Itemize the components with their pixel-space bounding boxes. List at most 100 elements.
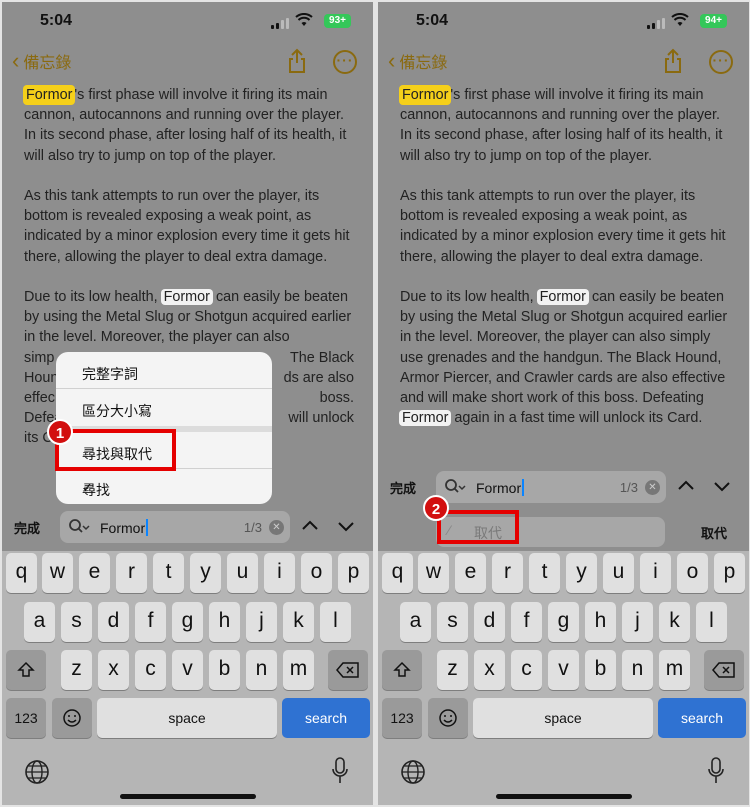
key[interactable]: f — [135, 602, 166, 642]
key[interactable]: z — [61, 650, 92, 690]
share-icon[interactable] — [663, 48, 683, 74]
keyboard-row-2: a s d f g h j k l — [378, 602, 749, 642]
clear-icon[interactable]: ✕ — [269, 520, 284, 535]
key[interactable]: p — [338, 553, 369, 593]
delete-key[interactable] — [328, 650, 368, 690]
key[interactable]: q — [6, 553, 37, 593]
key[interactable]: f — [511, 602, 542, 642]
key[interactable]: p — [714, 553, 745, 593]
key[interactable]: h — [585, 602, 616, 642]
chevron-down-icon[interactable] — [711, 475, 733, 497]
key[interactable]: i — [640, 553, 671, 593]
key[interactable]: a — [400, 602, 431, 642]
key[interactable]: v — [548, 650, 579, 690]
search-input[interactable]: Formor — [476, 479, 524, 496]
key[interactable]: y — [190, 553, 221, 593]
key[interactable]: n — [246, 650, 277, 690]
key[interactable]: g — [548, 602, 579, 642]
key[interactable]: z — [437, 650, 468, 690]
shift-key[interactable] — [6, 650, 46, 690]
emoji-key[interactable] — [52, 698, 92, 738]
globe-icon[interactable] — [400, 759, 426, 785]
done-button[interactable]: 完成 — [390, 478, 416, 497]
note-body[interactable]: Formor's first phase will involve it fir… — [399, 85, 730, 449]
text-cursor — [146, 519, 148, 536]
key[interactable]: o — [677, 553, 708, 593]
key[interactable]: c — [135, 650, 166, 690]
key[interactable]: n — [622, 650, 653, 690]
key[interactable]: o — [301, 553, 332, 593]
share-icon[interactable] — [287, 48, 307, 74]
globe-icon[interactable] — [24, 759, 50, 785]
text-cursor — [522, 479, 524, 496]
note-paragraph: Formor's first phase will involve it fir… — [399, 85, 730, 166]
clear-icon[interactable]: ✕ — [645, 480, 660, 495]
space-key[interactable]: space — [97, 698, 277, 738]
space-key[interactable]: space — [473, 698, 653, 738]
search-options-icon[interactable] — [68, 518, 90, 536]
emoji-key[interactable] — [428, 698, 468, 738]
key[interactable]: j — [622, 602, 653, 642]
key[interactable]: d — [98, 602, 129, 642]
key[interactable]: w — [418, 553, 449, 593]
key[interactable]: u — [227, 553, 258, 593]
status-time: 5:04 — [416, 12, 449, 29]
search-key[interactable]: search — [658, 698, 746, 738]
key[interactable]: e — [79, 553, 110, 593]
cellular-signal-icon — [271, 18, 289, 29]
replace-button[interactable]: 取代 — [701, 523, 727, 542]
back-button[interactable]: ‹ 備忘錄 — [12, 49, 71, 73]
microphone-icon[interactable] — [707, 757, 725, 785]
more-icon[interactable]: ··· — [333, 50, 357, 74]
match-count: 1/3 — [243, 520, 262, 535]
key[interactable]: y — [566, 553, 597, 593]
more-icon[interactable]: ··· — [709, 50, 733, 74]
shift-key[interactable] — [382, 650, 422, 690]
key[interactable]: m — [283, 650, 314, 690]
key[interactable]: s — [437, 602, 468, 642]
key[interactable]: a — [24, 602, 55, 642]
search-input[interactable]: Formor — [100, 519, 148, 536]
key[interactable]: s — [61, 602, 92, 642]
numbers-key[interactable]: 123 — [6, 698, 46, 738]
key[interactable]: h — [209, 602, 240, 642]
key[interactable]: v — [172, 650, 203, 690]
key[interactable]: k — [283, 602, 314, 642]
back-button[interactable]: ‹ 備忘錄 — [388, 49, 447, 73]
key[interactable]: x — [474, 650, 505, 690]
search-field[interactable]: Formor 1/3 ✕ — [60, 511, 290, 543]
key[interactable]: g — [172, 602, 203, 642]
key[interactable]: b — [209, 650, 240, 690]
key[interactable]: i — [264, 553, 295, 593]
delete-key[interactable] — [704, 650, 744, 690]
chevron-down-icon[interactable] — [335, 515, 357, 537]
key[interactable]: c — [511, 650, 542, 690]
key[interactable]: r — [116, 553, 147, 593]
key[interactable]: w — [42, 553, 73, 593]
key[interactable]: t — [529, 553, 560, 593]
search-match-current: Formor — [23, 85, 76, 105]
home-indicator — [120, 794, 256, 799]
key[interactable]: x — [98, 650, 129, 690]
key[interactable]: u — [603, 553, 634, 593]
key[interactable]: m — [659, 650, 690, 690]
microphone-icon[interactable] — [331, 757, 349, 785]
key[interactable]: l — [320, 602, 351, 642]
numbers-key[interactable]: 123 — [382, 698, 422, 738]
key[interactable]: r — [492, 553, 523, 593]
search-key[interactable]: search — [282, 698, 370, 738]
key[interactable]: k — [659, 602, 690, 642]
chevron-up-icon[interactable] — [675, 475, 697, 497]
phone-left: 5:04 93+ ‹ 備忘錄 ··· Formor's first phase w… — [2, 2, 373, 805]
done-button[interactable]: 完成 — [14, 518, 40, 537]
key[interactable]: b — [585, 650, 616, 690]
key[interactable]: d — [474, 602, 505, 642]
search-field[interactable]: Formor 1/3 ✕ — [436, 471, 666, 503]
key[interactable]: t — [153, 553, 184, 593]
key[interactable]: j — [246, 602, 277, 642]
search-options-icon[interactable] — [444, 478, 466, 496]
key[interactable]: l — [696, 602, 727, 642]
key[interactable]: e — [455, 553, 486, 593]
key[interactable]: q — [382, 553, 413, 593]
chevron-up-icon[interactable] — [299, 515, 321, 537]
